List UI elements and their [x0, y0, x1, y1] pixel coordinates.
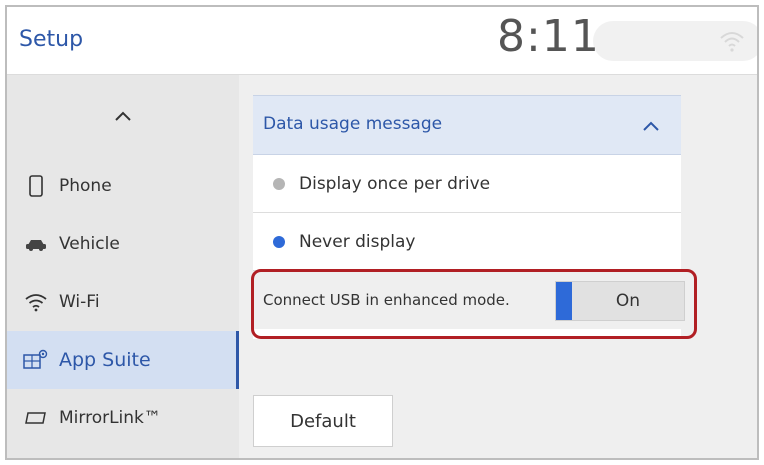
content-area: Data usage message Display once per driv… — [239, 75, 757, 458]
sidebar-item-app-suite[interactable]: App Suite — [7, 331, 239, 389]
app-suite-icon — [23, 349, 49, 371]
sidebar-item-vehicle[interactable]: Vehicle — [7, 215, 239, 273]
sidebar-item-label: App Suite — [59, 349, 151, 371]
sidebar-item-wifi[interactable]: Wi-Fi — [7, 273, 239, 331]
page-title: Setup — [19, 27, 84, 52]
data-usage-dropdown-header[interactable]: Data usage message — [253, 95, 681, 155]
mirrorlink-icon — [23, 407, 49, 429]
option-never-display[interactable]: Never display — [253, 213, 681, 271]
car-icon — [23, 233, 49, 255]
sidebar-item-label: Vehicle — [59, 234, 120, 254]
dropdown-title: Data usage message — [263, 114, 443, 134]
option-label: Display once per drive — [299, 173, 491, 194]
top-bar: Setup 8:11 — [7, 7, 757, 75]
chevron-up-icon — [643, 121, 659, 131]
toggle-label: On — [615, 291, 641, 311]
usb-setting-label: Connect USB in enhanced mode. — [263, 291, 510, 309]
option-label: Never display — [299, 231, 416, 252]
default-button[interactable]: Default — [253, 395, 393, 447]
screen-frame: Setup 8:11 Phone Vehicle Wi-Fi App Suite… — [5, 5, 759, 460]
usb-enhanced-mode-toggle[interactable]: On — [555, 281, 685, 321]
wifi-icon — [23, 291, 49, 313]
sidebar-item-label: MirrorLink™ — [59, 408, 161, 428]
clock: 8:11 — [497, 11, 600, 62]
radio-selected-icon — [273, 235, 285, 248]
sidebar-item-phone[interactable]: Phone — [7, 157, 239, 215]
chevron-up-icon — [115, 111, 131, 121]
option-display-once[interactable]: Display once per drive — [253, 155, 681, 213]
usb-enhanced-mode-row: Connect USB in enhanced mode. On — [253, 271, 685, 329]
phone-icon — [23, 175, 49, 197]
toggle-indicator — [556, 282, 572, 320]
sidebar: Phone Vehicle Wi-Fi App Suite MirrorLink… — [7, 75, 239, 458]
sidebar-item-label: Wi-Fi — [59, 292, 100, 312]
sidebar-item-mirrorlink[interactable]: MirrorLink™ — [7, 389, 239, 447]
sidebar-item-label: Phone — [59, 176, 112, 196]
sidebar-scroll-up[interactable] — [7, 75, 239, 157]
wifi-signal-icon — [720, 32, 744, 52]
radio-unselected-icon — [273, 177, 285, 190]
